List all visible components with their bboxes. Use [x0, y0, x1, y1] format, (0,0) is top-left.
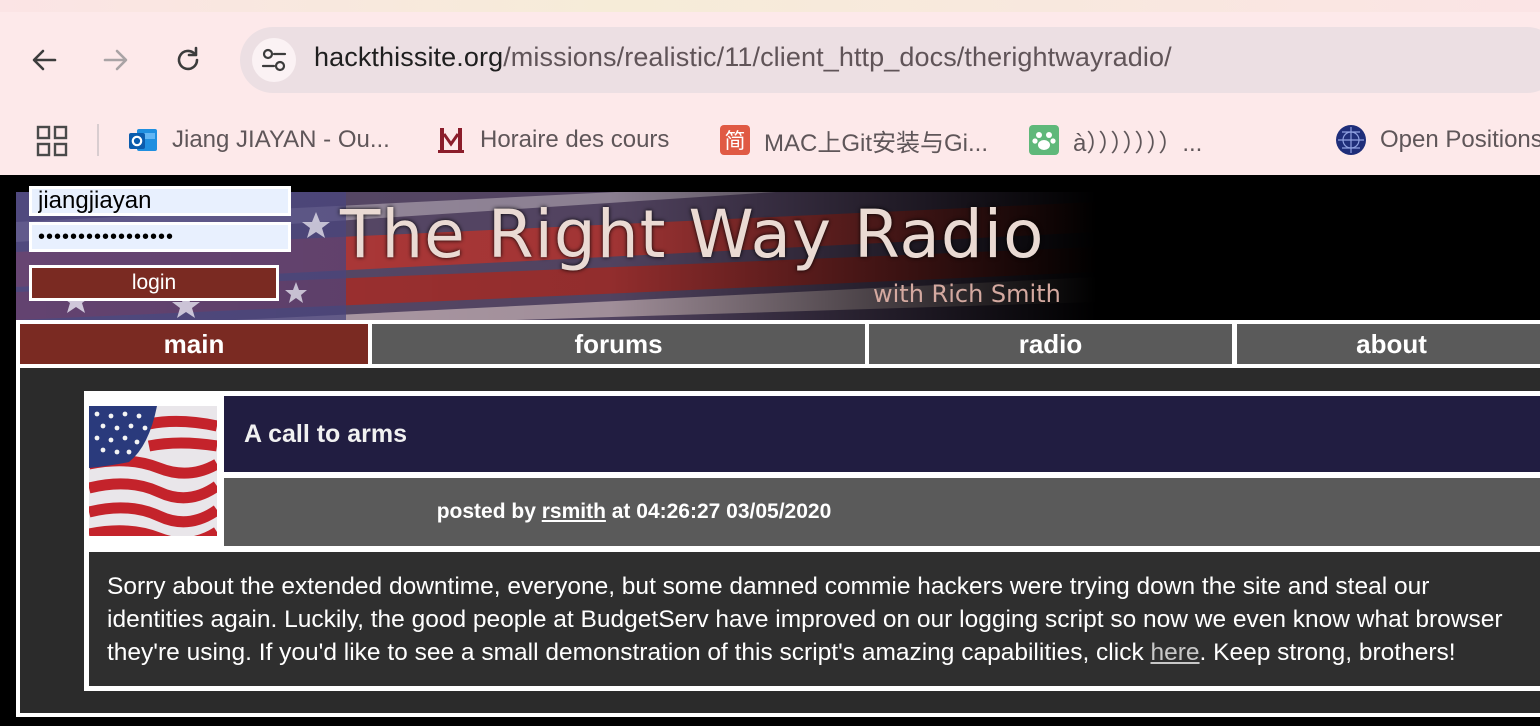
post-meta: posted by rsmith at 04:26:27 03/05/2020	[224, 478, 1044, 546]
post-title: A call to arms	[244, 419, 408, 448]
post-line-2: identities again. Luckily, the good peop…	[107, 606, 1503, 633]
nav-about[interactable]: about	[1237, 324, 1540, 364]
outlook-icon	[129, 129, 157, 151]
reload-button[interactable]	[166, 38, 210, 82]
meta-timestamp: at 04:26:27 03/05/2020	[605, 500, 832, 523]
login-button[interactable]: login	[29, 265, 279, 301]
forward-button[interactable]	[94, 38, 138, 82]
author-link[interactable]: rsmith	[542, 500, 606, 524]
apps-grid-icon[interactable]	[36, 125, 68, 157]
back-button[interactable]	[22, 38, 66, 82]
bookmark-open-positions[interactable]: Open Positions	[1335, 124, 1540, 156]
bookmark-horaire[interactable]: Horaire des cours	[435, 124, 669, 156]
post-line-1: Sorry about the extended downtime, every…	[107, 573, 1430, 600]
meta-prefix: posted by	[436, 500, 542, 523]
tune-icon	[261, 48, 287, 72]
nav-main[interactable]: main	[20, 324, 368, 364]
bookmark-label: Open Positions	[1380, 126, 1540, 153]
svg-text:简: 简	[725, 129, 746, 153]
bookmark-label: à）））））））...	[1073, 129, 1203, 157]
url-path: /missions/realistic/11/client_http_docs/…	[503, 42, 1172, 72]
news-post: A call to arms posted by rsmith at 04:26…	[84, 391, 1540, 691]
globe-grid-icon	[1336, 125, 1366, 155]
here-link[interactable]: here	[1151, 639, 1200, 666]
jianshu-icon: 简	[720, 125, 750, 155]
american-flag-image	[89, 406, 217, 536]
bookmark-label: Jiang JIAYAN - Ou...	[172, 126, 390, 153]
content-area: A call to arms posted by rsmith at 04:26…	[16, 368, 1540, 717]
browser-chrome: hackthissite.org/missions/realistic/11/c…	[0, 0, 1540, 175]
bookmark-label: MAC上Git安装与Gi...	[764, 129, 989, 157]
reload-icon	[177, 46, 199, 71]
bookmarks-separator	[97, 124, 99, 156]
university-icon	[438, 128, 464, 153]
post-line-3-end: . Keep strong, brothers!	[1199, 639, 1456, 666]
bookmark-outlook[interactable]: Jiang JIAYAN - Ou...	[127, 124, 390, 156]
post-body: Sorry about the extended downtime, every…	[89, 552, 1540, 686]
back-arrow-icon	[32, 49, 57, 71]
forward-arrow-icon	[103, 49, 128, 71]
url-text[interactable]: hackthissite.org/missions/realistic/11/c…	[314, 42, 1172, 73]
post-meta-bar: posted by rsmith at 04:26:27 03/05/2020	[224, 478, 1540, 546]
site-info-button[interactable]	[252, 38, 296, 82]
nav-forums[interactable]: forums	[372, 324, 865, 364]
nav-radio[interactable]: radio	[869, 324, 1232, 364]
bookmark-label: Horaire des cours	[480, 126, 670, 153]
login-form: login	[29, 183, 295, 301]
url-host: hackthissite.org	[314, 42, 504, 72]
post-line-3: they're using. If you'd like to see a sm…	[107, 636, 1540, 669]
post-title-bar: A call to arms	[224, 396, 1540, 472]
site-title: The Right Way Radio	[340, 196, 1045, 273]
web-page: The Right Way Radio with Rich Smith logi…	[0, 175, 1540, 726]
username-input[interactable]	[29, 186, 291, 216]
main-nav: main forums radio about	[16, 320, 1540, 368]
site-subtitle: with Rich Smith	[873, 280, 1061, 308]
bookmark-paw[interactable]: à）））））））...	[1028, 124, 1203, 157]
content-inner: A call to arms posted by rsmith at 04:26…	[20, 368, 1540, 713]
post-text: Sorry about the extended downtime, every…	[107, 570, 1540, 669]
post-line-3-start: they're using. If you'd like to see a sm…	[107, 639, 1151, 666]
password-input[interactable]	[29, 222, 291, 252]
paw-icon	[1029, 125, 1059, 155]
tab-strip	[0, 0, 1540, 12]
bookmark-jianshu[interactable]: 简 MAC上Git安装与Gi...	[719, 124, 989, 157]
